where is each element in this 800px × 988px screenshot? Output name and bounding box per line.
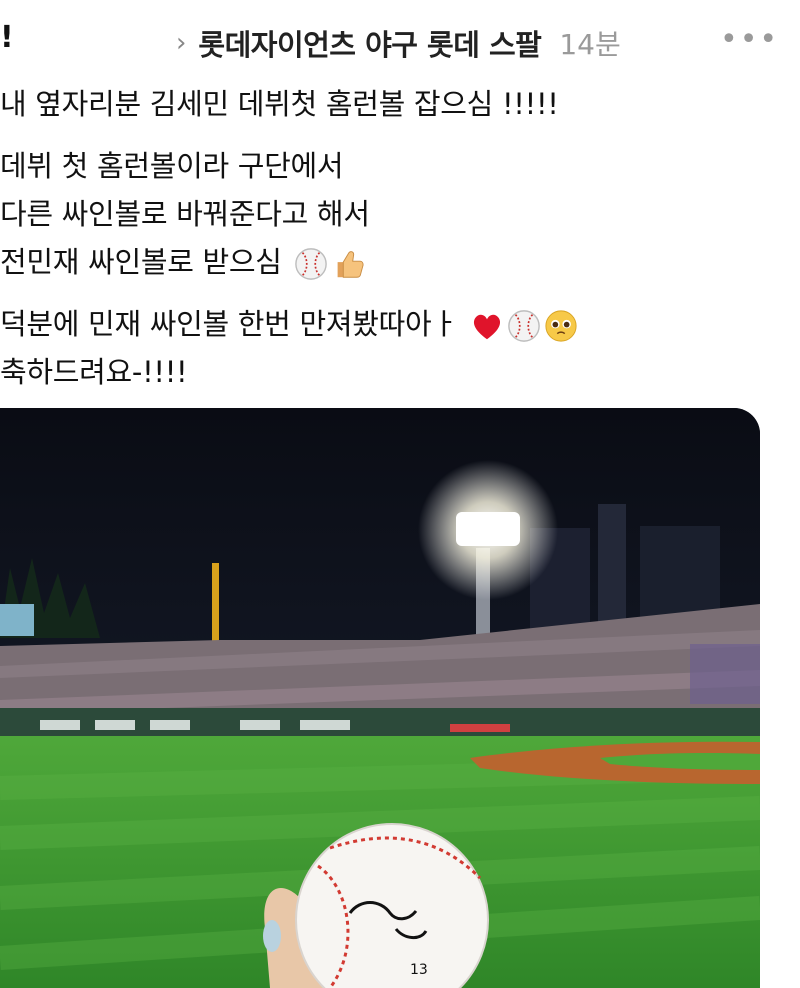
heart-emoji-icon — [473, 314, 500, 340]
chevron-right-icon: › — [176, 28, 187, 58]
baseball-emoji-icon — [507, 310, 540, 342]
board-name[interactable]: 롯데자이언츠 야구 롯데 스팔 — [198, 22, 541, 64]
post-line-5-row: 덕분에 민재 싸인볼 한번 만져봤따아ㅏ — [0, 300, 800, 348]
post-line-5: 덕분에 민재 싸인볼 한번 만져봤따아ㅏ — [0, 307, 458, 341]
stadium-scene-image: 13 — [0, 408, 760, 988]
ball-signature-number: 13 — [410, 962, 428, 978]
more-options-icon[interactable]: ••• — [720, 25, 779, 55]
post-line-3: 다른 싸인볼로 바꿔준다고 해서 — [0, 197, 370, 231]
pleading-face-emoji-icon — [545, 310, 577, 342]
thumbs-up-emoji-icon — [337, 251, 364, 278]
post-body: 내 옆자리분 김세민 데뷔첫 홈런볼 잡으심 !!!!! 데뷔 첫 홈런볼이라 … — [0, 80, 800, 396]
post-line-4-row: 전민재 싸인볼로 받으심 — [0, 238, 800, 286]
baseball-emoji-icon — [294, 248, 327, 280]
post-line-4: 전민재 싸인볼로 받으심 — [0, 245, 282, 279]
post-line-2: 데뷔 첫 홈런볼이라 구단에서 — [0, 149, 344, 183]
stadium-photo[interactable]: 13 — [0, 408, 760, 988]
post-timestamp: 14분 — [559, 28, 621, 61]
author-name-truncated[interactable]: ! — [0, 20, 14, 55]
post-line-6: 축하드려요-!!!! — [0, 355, 188, 389]
board-breadcrumb[interactable]: › 롯데자이언츠 야구 롯데 스팔 14분 — [176, 22, 621, 64]
post-header: ! › 롯데자이언츠 야구 롯데 스팔 14분 ••• — [0, 0, 800, 86]
post-line-1: 내 옆자리분 김세민 데뷔첫 홈런볼 잡으심 !!!!! — [0, 87, 559, 121]
